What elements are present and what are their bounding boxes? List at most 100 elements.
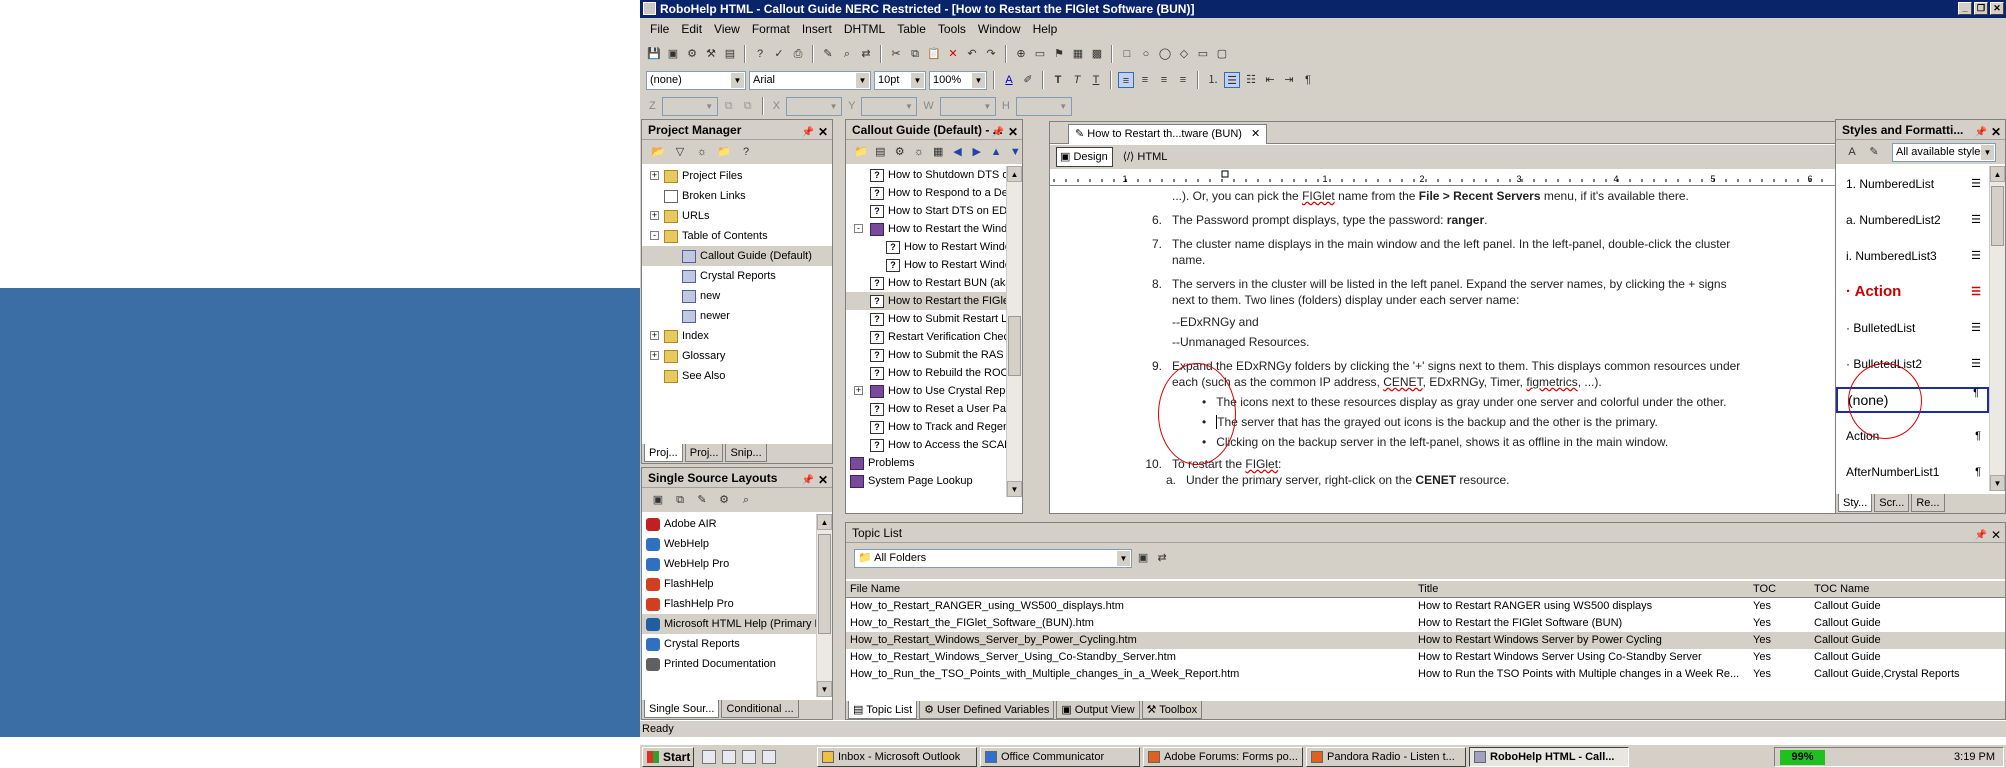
layout-item[interactable]: Crystal Reports [642, 634, 816, 654]
expand-toggle-icon[interactable]: + [650, 351, 659, 360]
toc-item[interactable]: ? How to Submit the RAS Log [846, 346, 1006, 364]
document-body[interactable]: ...). Or, you can pick the FIGlet name f… [1050, 187, 1853, 496]
style-item[interactable]: · Action ☰ [1836, 274, 1989, 310]
menu-format[interactable]: Format [746, 19, 796, 39]
html-view-button[interactable]: ⟨/⟩ HTML [1118, 147, 1173, 167]
tree-item[interactable]: new [642, 286, 832, 306]
duplicate-icon[interactable]: ⧉ [672, 492, 688, 508]
toc-item[interactable]: ? How to Access the SCADA I [846, 436, 1006, 454]
table-row[interactable]: How_to_Restart_Windows_Server_Using_Co-S… [846, 649, 2005, 666]
menu-dhtml[interactable]: DHTML [838, 19, 891, 39]
style-item[interactable]: 1. NumberedList ☰ [1836, 166, 1989, 202]
ruler[interactable]: 1 1 2 3 4 5 6 [1050, 170, 1870, 186]
monitor-icon[interactable]: ▭ [1195, 46, 1211, 62]
column-file-name[interactable]: File Name [850, 581, 900, 598]
new-layout-icon[interactable]: ▣ [650, 492, 666, 508]
edit-layout-icon[interactable]: ✎ [694, 492, 710, 508]
copy-icon[interactable]: ⧉ [907, 46, 923, 62]
justify-icon[interactable]: ≡ [1175, 72, 1191, 88]
expand-toggle-icon[interactable]: + [650, 331, 659, 340]
style-select[interactable]: (none) ▼ [646, 70, 746, 90]
toc-item[interactable]: ? How to Start DTS on ED1RA [846, 202, 1006, 220]
close-tab-icon[interactable]: ✕ [1251, 128, 1260, 140]
tree-item[interactable]: Callout Guide (Default) [642, 246, 832, 266]
align-right-icon[interactable]: ≡ [1156, 72, 1172, 88]
underline-icon[interactable]: T [1088, 72, 1104, 88]
toc-item[interactable]: ? Restart Verification Checklist [846, 328, 1006, 346]
rect-icon[interactable]: □ [1119, 46, 1135, 62]
highlight-icon[interactable]: ✐ [1020, 72, 1036, 88]
replace-icon[interactable]: ⇄ [858, 46, 874, 62]
start-button[interactable]: Start [642, 747, 694, 767]
close-icon[interactable]: ✕ [818, 470, 828, 490]
style-item[interactable]: · BulletedList ☰ [1836, 310, 1989, 346]
tree-item[interactable]: + Project Files [642, 166, 832, 186]
toc-item[interactable]: ? How to Reset a User Passw [846, 400, 1006, 418]
bookmark-icon[interactable]: ⚑ [1051, 46, 1067, 62]
column-toc-name[interactable]: TOC Name [1814, 581, 1869, 598]
toc-scrollbar[interactable]: ▲ ▼ [1006, 166, 1022, 497]
toc-item[interactable]: ? How to Restart the FIGlet Sc [846, 292, 1006, 310]
minimize-button[interactable]: _ [1958, 2, 1972, 15]
circle-icon[interactable]: ○ [1138, 46, 1154, 62]
quicklaunch-icon[interactable] [762, 750, 776, 764]
bullet-list-icon[interactable]: ☰ [1224, 72, 1240, 88]
close-icon[interactable]: ✕ [818, 122, 828, 142]
filter-icon[interactable]: ⇄ [1154, 550, 1170, 566]
table-icon[interactable]: ▦ [932, 144, 945, 160]
bold-icon[interactable]: T [1050, 72, 1066, 88]
layout-item[interactable]: Adobe AIR [642, 514, 816, 534]
layout-item[interactable]: FlashHelp Pro [642, 594, 816, 614]
arrow-up-icon[interactable]: ▲ [989, 144, 1002, 160]
expand-toggle-icon[interactable]: - [854, 224, 863, 233]
close-icon[interactable]: ✕ [1991, 525, 2001, 545]
tree-item[interactable]: Broken Links [642, 186, 832, 206]
menu-window[interactable]: Window [972, 19, 1027, 39]
tree-item[interactable]: + URLs [642, 206, 832, 226]
task-robohelp[interactable]: RoboHelp HTML - Call... [1469, 747, 1629, 767]
spellcheck-icon[interactable]: ✓ [771, 46, 787, 62]
toc-item[interactable]: Problems [846, 454, 1006, 472]
send-back-icon[interactable]: ⧉ [740, 98, 756, 114]
task-adobe-forums[interactable]: Adobe Forums: Forms po... [1143, 747, 1303, 767]
paste-icon[interactable]: 📋 [926, 46, 942, 62]
tree-item[interactable]: newer [642, 306, 832, 326]
help-icon[interactable]: ? [752, 46, 768, 62]
battery-indicator[interactable]: 99% [1780, 750, 1825, 765]
italic-icon[interactable]: T [1069, 72, 1085, 88]
y-field[interactable]: ▼ [861, 96, 918, 116]
frame-icon[interactable]: ▢ [1214, 46, 1230, 62]
indent-marker[interactable] [1221, 170, 1229, 178]
expand-toggle-icon[interactable]: - [650, 231, 659, 240]
menu-insert[interactable]: Insert [796, 19, 838, 39]
pen-icon[interactable]: ✎ [820, 46, 836, 62]
toc-item[interactable]: ? How to Rebuild the ROOT D [846, 364, 1006, 382]
tab-conditional[interactable]: Conditional ... [721, 700, 799, 718]
app-icon[interactable] [643, 2, 656, 15]
menu-tools[interactable]: Tools [932, 19, 972, 39]
toc-item[interactable]: ? How to Submit Restart Log F [846, 310, 1006, 328]
clock[interactable]: 3:19 PM [1954, 748, 1995, 766]
popup-icon[interactable]: ▭ [1032, 46, 1048, 62]
tree-item[interactable]: Crystal Reports [642, 266, 832, 286]
diamond-icon[interactable]: ◇ [1176, 46, 1192, 62]
tab-scripts[interactable]: Scr... [1874, 494, 1910, 512]
layout-item[interactable]: Printed Documentation [642, 654, 816, 674]
media-icon[interactable]: ▩ [1089, 46, 1105, 62]
new-folder-icon[interactable]: 📁 [716, 144, 732, 160]
image-icon[interactable]: ▦ [1070, 46, 1086, 62]
arrow-left-icon[interactable]: ◀ [951, 144, 964, 160]
toc-item[interactable]: + How to Use Crystal Reports [846, 382, 1006, 400]
table-row[interactable]: How_to_Restart_Windows_Server_by_Power_C… [846, 632, 2005, 649]
link-icon[interactable]: ⊕ [1013, 46, 1029, 62]
tree-item[interactable]: + Glossary [642, 346, 832, 366]
zoom-select[interactable]: 100% ▼ [929, 70, 987, 90]
tab-single-source[interactable]: Single Sour... [644, 700, 720, 718]
menu-file[interactable]: File [644, 19, 675, 39]
arrow-down-icon[interactable]: ▼ [1009, 144, 1022, 160]
expand-toggle-icon[interactable]: + [650, 211, 659, 220]
styles-scrollbar[interactable]: ▲ ▼ [1989, 166, 2005, 491]
toc-item[interactable]: ? How to Restart Windows [846, 256, 1006, 274]
tab-user-variables[interactable]: ⚙ User Defined Variables [919, 701, 1055, 719]
layout-scrollbar[interactable]: ▲ ▼ [816, 514, 832, 697]
